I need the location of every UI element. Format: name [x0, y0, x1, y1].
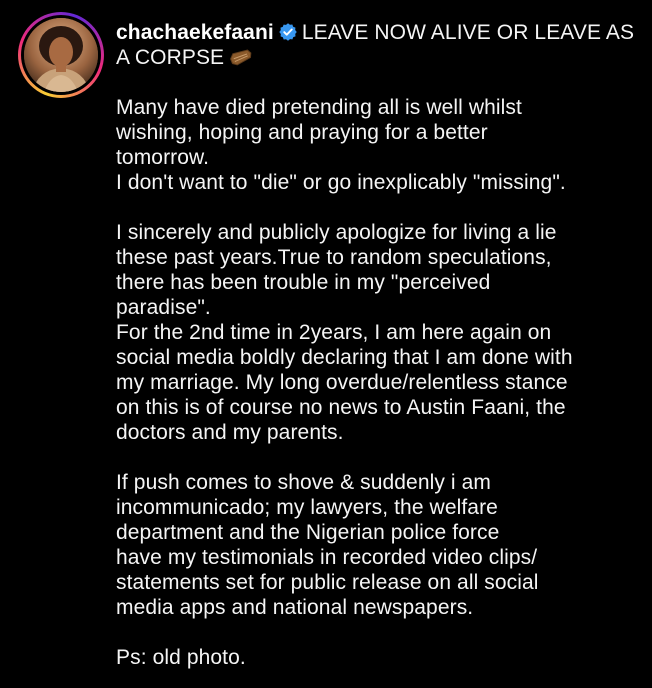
caption-line: department and the Nigerian police force — [116, 521, 500, 544]
caption-line: my marriage. My long overdue/relentless … — [116, 371, 568, 394]
caption-headline: chachaekefaani LEAVE NOW ALIVE OR LEAVE … — [116, 20, 636, 70]
caption-line: paradise". — [116, 296, 211, 319]
caption-line: For the 2nd time in 2years, I am here ag… — [116, 321, 552, 344]
paragraph-break — [116, 445, 636, 470]
paragraph-break — [116, 620, 636, 645]
caption-line: these past years.True to random speculat… — [116, 246, 552, 269]
caption-line: there has been trouble in my "perceived — [116, 271, 491, 294]
caption-line: I sincerely and publicly apologize for l… — [116, 221, 557, 244]
coffin-icon — [230, 49, 252, 66]
story-ring[interactable] — [18, 12, 104, 98]
caption-line: incommunicado; my lawyers, the welfare — [116, 496, 498, 519]
caption-line: media apps and national newspapers. — [116, 596, 474, 619]
avatar-border — [21, 15, 101, 95]
caption-line: If push comes to shove & suddenly i am — [116, 471, 491, 494]
post-caption: chachaekefaani LEAVE NOW ALIVE OR LEAVE … — [116, 20, 636, 670]
caption-line: tomorrow. — [116, 146, 210, 169]
caption-line: doctors and my parents. — [116, 421, 344, 444]
caption-line: on this is of course no news to Austin F… — [116, 396, 566, 419]
instagram-post-caption: chachaekefaani LEAVE NOW ALIVE OR LEAVE … — [0, 0, 652, 688]
caption-line: social media boldly declaring that I am … — [116, 346, 573, 369]
caption-line: Many have died pretending all is well wh… — [116, 96, 522, 119]
avatar[interactable] — [24, 18, 98, 92]
caption-line: Ps: old photo. — [116, 646, 246, 669]
caption-line: wishing, hoping and praying for a better — [116, 121, 488, 144]
caption-line: statements set for public release on all… — [116, 571, 539, 594]
profile-photo-icon — [24, 18, 98, 92]
caption-body: Many have died pretending all is well wh… — [116, 95, 636, 670]
caption-line: I don't want to "die" or go inexplicably… — [116, 171, 566, 194]
username-link[interactable]: chachaekefaani — [116, 21, 274, 44]
verified-badge-icon — [279, 23, 297, 41]
paragraph-break — [116, 195, 636, 220]
caption-line: have my testimonials in recorded video c… — [116, 546, 538, 569]
